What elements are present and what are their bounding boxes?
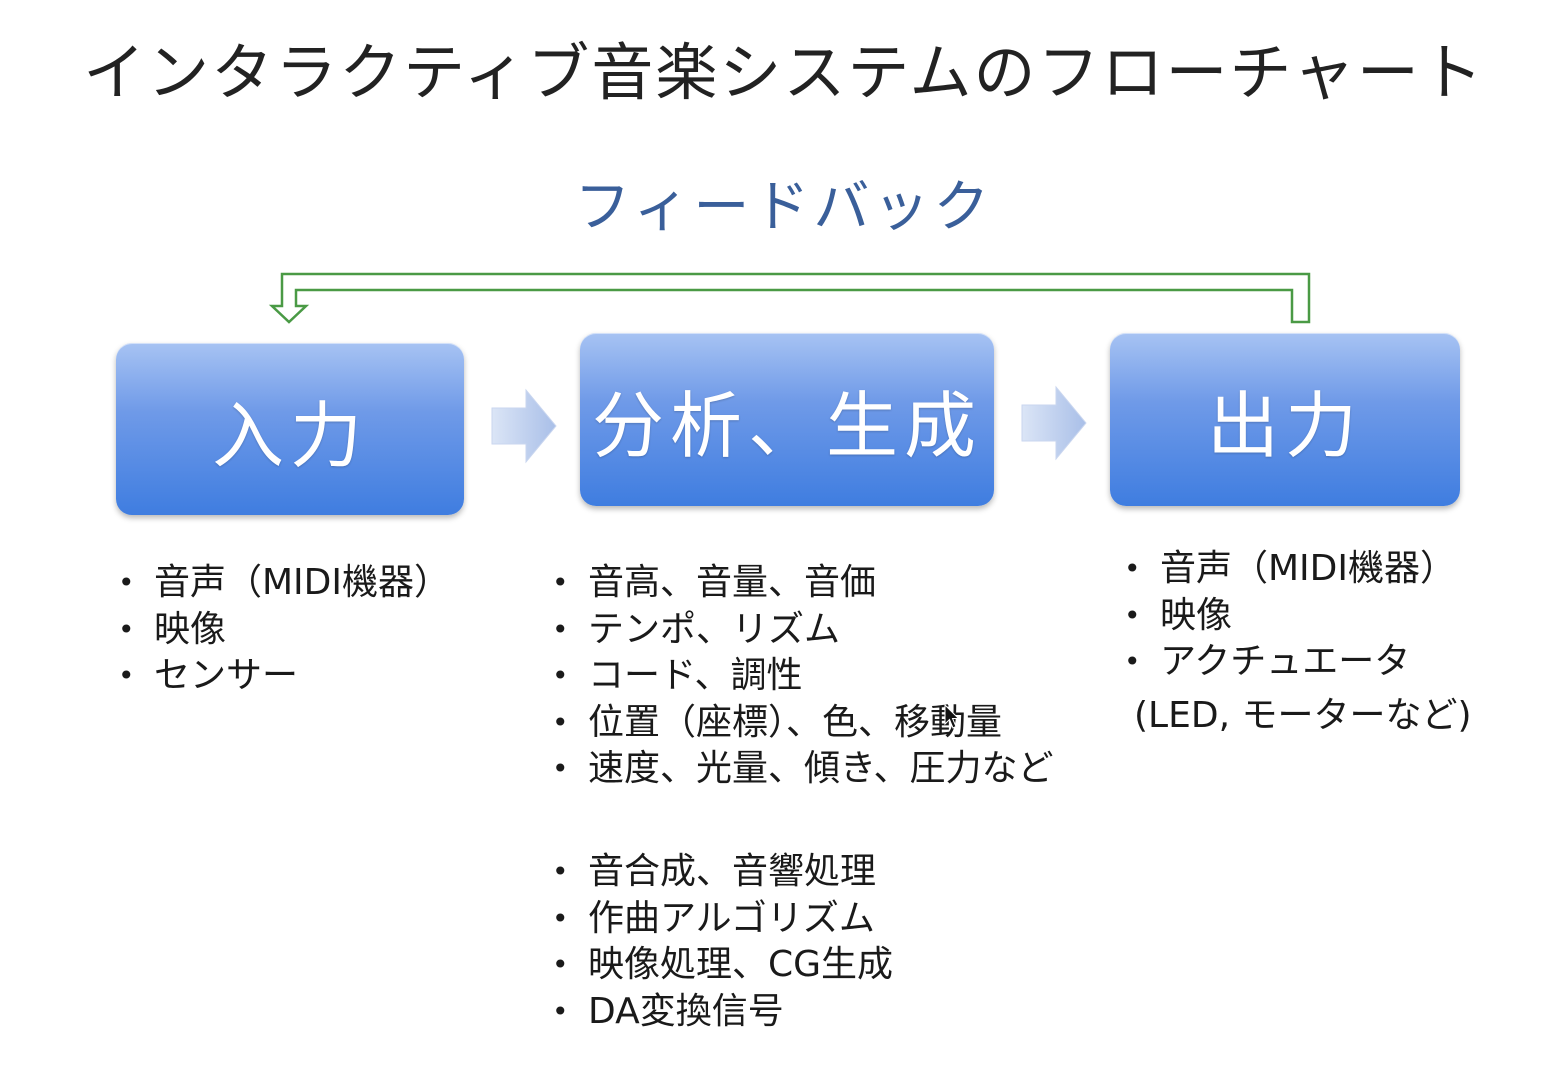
list-item: 映像処理、CG生成	[552, 942, 893, 989]
generation-bullet-list: 音合成、音響処理 作曲アルゴリズム 映像処理、CG生成 DA変換信号	[552, 849, 893, 1035]
flow-arrow-input-to-process	[491, 388, 557, 464]
list-item: 映像	[118, 607, 450, 654]
list-item: 位置（座標）、色、移動量	[552, 700, 1053, 747]
list-item: 映像	[1124, 593, 1456, 640]
list-item: 音声（MIDI機器）	[118, 560, 450, 607]
output-box: 出力	[1110, 333, 1460, 506]
list-item: テンポ、リズム	[552, 607, 1053, 654]
list-item: 音声（MIDI機器）	[1124, 546, 1456, 593]
list-item: 音高、音量、音価	[552, 560, 1053, 607]
list-item: センサー	[118, 653, 450, 700]
output-note: (LED, モーターなど)	[1134, 695, 1472, 736]
output-bullet-list: 音声（MIDI機器） 映像 アクチュエータ	[1124, 546, 1456, 686]
list-item: アクチュエータ	[1124, 639, 1456, 686]
list-item: 速度、光量、傾き、圧力など	[552, 746, 1053, 793]
feedback-loop-arrow	[268, 272, 1311, 324]
list-item: DA変換信号	[552, 989, 893, 1036]
analysis-generation-box: 分析、生成	[580, 333, 994, 506]
input-bullet-list: 音声（MIDI機器） 映像 センサー	[118, 560, 450, 700]
list-item: コード、調性	[552, 653, 1053, 700]
analysis-bullet-list: 音高、音量、音価 テンポ、リズム コード、調性 位置（座標）、色、移動量 速度、…	[552, 560, 1053, 793]
list-item: 音合成、音響処理	[552, 849, 893, 896]
flow-arrow-process-to-output	[1021, 385, 1087, 461]
mouse-cursor-icon	[944, 704, 960, 729]
list-item: 作曲アルゴリズム	[552, 896, 893, 943]
input-box: 入力	[116, 343, 464, 515]
